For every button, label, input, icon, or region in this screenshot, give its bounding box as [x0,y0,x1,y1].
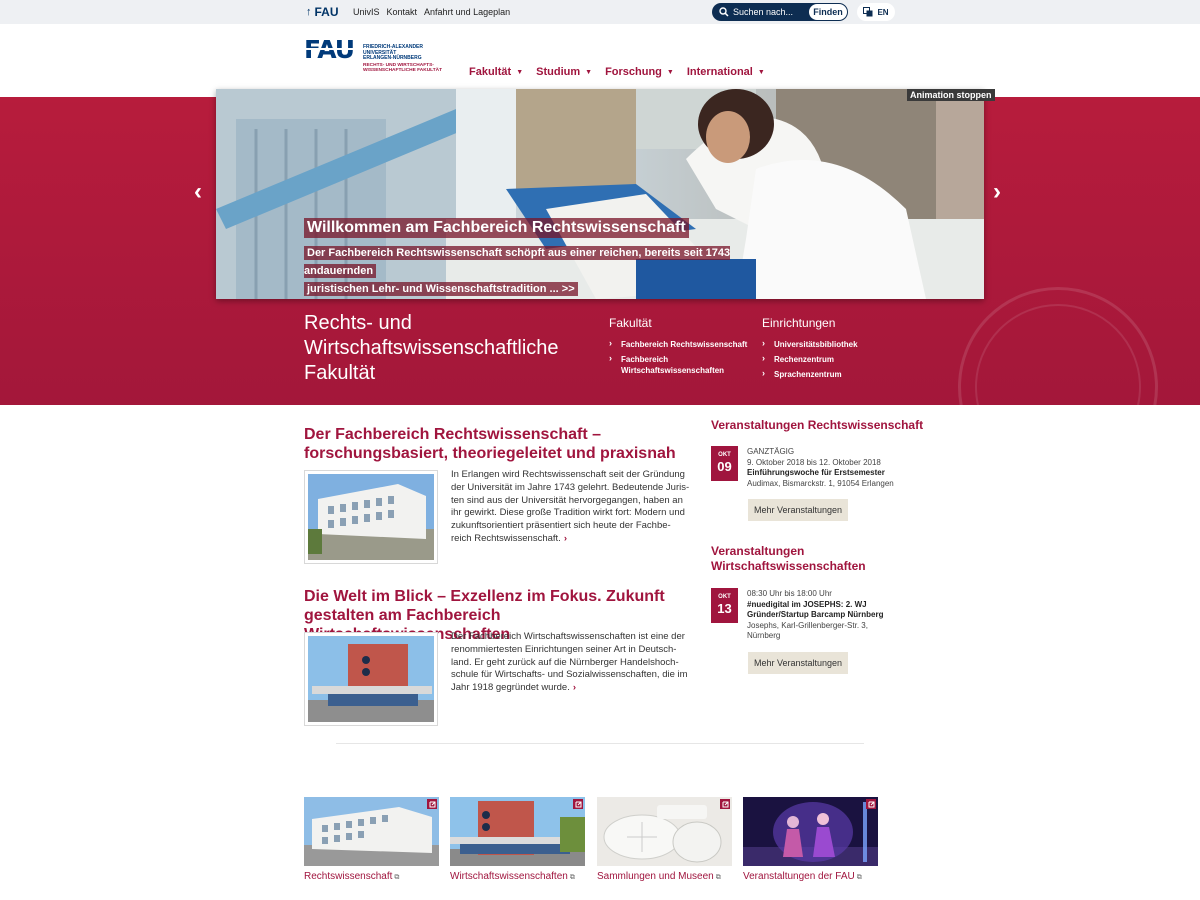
faculty-title: Rechts- und Wirtschaftswissenschaftliche… [304,312,559,384]
nav-forschung[interactable]: Forschung ▼ [605,66,674,78]
language-label: EN [877,7,889,17]
event-location: Josephs, Karl-Grillenberger-Str. 3, Nürn… [747,620,868,641]
logo-mark: FAU [304,35,361,64]
event-title[interactable]: Einführungswoche für Erstsemester [747,468,897,479]
nav-international[interactable]: International ▼ [687,66,765,78]
search-button[interactable]: Finden [809,4,847,20]
tile-image-wirtschaftswissenschaften[interactable] [450,797,585,866]
link-fb-rechtswissenschaft[interactable]: Fachbereich Rechtswissenschaft [609,338,749,350]
caret-down-icon: ▼ [585,68,593,76]
animation-stop-button[interactable]: Animation stoppen [907,89,995,101]
event-title[interactable]: #nuedigital im JOSEPHS: 2. WJ Gründer/St… [747,600,897,621]
fakultaet-column-heading: Fakultät [609,316,652,330]
external-link-icon [427,799,437,809]
event-time: GANZTÄGIG [747,447,795,456]
more-events-button[interactable]: Mehr Veranstaltungen [748,652,849,674]
article-title[interactable]: Der Fachbereich Rechtswissenschaft – for… [304,425,704,463]
tile-link-sammlungen[interactable]: Sammlungen und Museen ⧉ [597,871,721,882]
section-divider [336,743,864,744]
events-heading-rechtswissenschaft: Veranstaltungen Rechtswissenschaft [711,418,924,432]
caret-down-icon: ▼ [516,68,524,76]
event-date-badge: OKT 13 [711,588,738,623]
tile-image-sammlungen[interactable] [597,797,732,866]
tile-link-wirtschaftswissenschaften[interactable]: Wirtschaftswissenschaften ⧉ [450,871,575,882]
kontakt-link[interactable]: Kontakt [387,7,418,17]
search-icon [717,5,731,19]
slide-teaser[interactable]: Der Fachbereich Rechtswissenschaft schöp… [304,244,784,298]
event-time: 08:30 Uhr bis 18:00 Uhr [747,589,832,598]
logo-faculty-name: RECHTS- UND WIRTSCHAFTS- WISSENSCHAFTLIC… [363,63,443,73]
caret-down-icon: ▼ [666,68,674,76]
article-image-wirtschaftswissenschaften[interactable] [304,632,438,726]
service-links: UnivIS Kontakt Anfahrt und Lageplan [353,7,510,17]
external-link-icon: ⧉ [856,874,862,881]
event-dates: 9. Oktober 2018 bis 12. Oktober 2018 [747,457,881,467]
event-details: 08:30 Uhr bis 18:00 Uhr #nuedigital im J… [747,589,897,642]
article-image-rechtswissenschaft[interactable] [304,470,438,564]
events-heading-wirtschaftswissenschaften: Veranstaltungen Wirtschaftswissenschafte… [711,544,866,573]
article-teaser-wirtschaftswissenschaften: Der Fachbereich Wirtschaftswissenschafte… [451,631,688,694]
fau-home-link[interactable]: ↑ FAU [306,5,339,19]
language-switch[interactable]: EN [857,3,895,21]
external-link-icon: ⧉ [715,874,721,881]
fau-home-label: FAU [314,5,339,19]
link-fb-wirtschaftswissenschaften[interactable]: Fachbereich Wirtschaftswissenschaften [609,353,724,376]
event-details: GANZTÄGIG 9. Oktober 2018 bis 12. Oktobe… [747,447,897,489]
slider-prev-arrow[interactable]: ‹ [194,178,202,206]
university-seal-watermark [958,287,1158,405]
slide-title[interactable]: Willkommen am Fachbereich Rechtswissensc… [304,218,689,238]
link-universitaetsbibliothek[interactable]: Universitätsbibliothek [762,338,882,350]
tile-image-veranstaltungen[interactable] [743,797,878,866]
nav-studium[interactable]: Studium ▼ [536,66,592,78]
search-input[interactable]: Suchen nach... [733,7,805,17]
anfahrt-link[interactable]: Anfahrt und Lageplan [424,7,510,17]
fakultaet-links: Fachbereich Rechtswissenschaft Fachberei… [609,338,749,380]
logo-university-name: FRIEDRICH-ALEXANDER UNIVERSITÄT ERLANGEN… [363,44,423,61]
link-rechenzentrum[interactable]: Rechenzentrum [762,353,882,365]
main-navigation: Fakultät ▼ Studium ▼ Forschung ▼ Internatio… [469,66,765,78]
event-location: Audimax, Bismarckstr. 1, 91054 Erlangen [747,478,894,488]
event-date-badge: OKT 09 [711,446,738,481]
einrichtungen-column-heading: Einrichtungen [762,316,836,330]
fau-logo[interactable]: FAU FRIEDRICH-ALEXANDER UNIVERSITÄT ERLA… [304,37,444,77]
more-arrow-icon[interactable]: › [564,533,567,544]
translate-icon [863,7,873,17]
search-form: Suchen nach... Finden [712,3,848,21]
tile-link-veranstaltungen[interactable]: Veranstaltungen der FAU ⧉ [743,871,862,882]
external-link-icon [720,799,730,809]
article-teaser-rechtswissenschaft: In Erlangen wird Rechtswissenschaft seit… [451,469,690,544]
more-arrow-icon[interactable]: › [573,682,576,693]
slider-next-arrow[interactable]: › [993,178,1001,206]
link-sprachenzentrum[interactable]: Sprachenzentrum [762,368,882,380]
caret-down-icon: ▼ [757,68,765,76]
tile-link-rechtswissenschaft[interactable]: Rechtswissenschaft ⧉ [304,871,399,882]
more-events-button[interactable]: Mehr Veranstaltungen [748,499,849,521]
external-link-icon [573,799,583,809]
arrow-up-icon: ↑ [306,6,312,18]
univis-link[interactable]: UnivIS [353,7,380,17]
einrichtungen-links: Universitätsbibliothek Rechenzentrum Spr… [762,338,882,384]
external-link-icon: ⧉ [569,874,575,881]
nav-fakultaet[interactable]: Fakultät ▼ [469,66,523,78]
external-link-icon: ⧉ [394,874,400,881]
external-link-icon [866,799,876,809]
top-bar: ↑ FAU UnivIS Kontakt Anfahrt und Lagepla… [0,0,1200,24]
tile-image-rechtswissenschaft[interactable] [304,797,439,866]
